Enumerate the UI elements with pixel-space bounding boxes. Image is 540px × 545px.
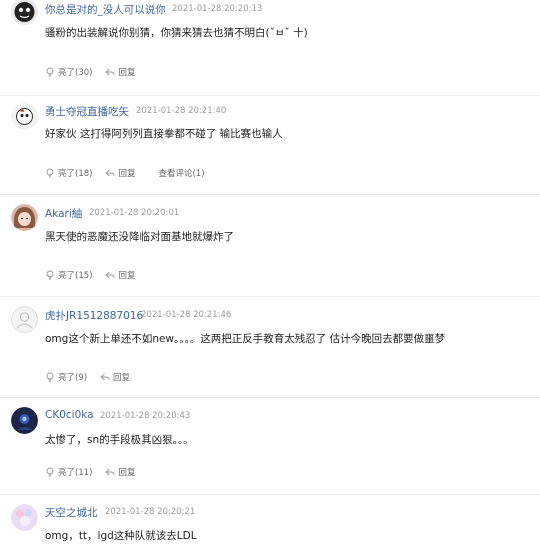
view-replies-link[interactable]: 查看评论(1)	[158, 167, 204, 179]
username[interactable]: Akari紬	[45, 206, 82, 221]
reply-button[interactable]: 回复	[105, 66, 135, 78]
like-label: 亮了(18)	[58, 169, 93, 179]
comment-item: 天空之城北 2021-01-28 20:20:21 omg，tt，lgd这种队就…	[0, 494, 540, 545]
reply-label: 回复	[118, 271, 136, 281]
reply-button[interactable]: 回复	[100, 371, 130, 383]
dark-avatar-icon	[11, 407, 38, 434]
like-button[interactable]: 亮了(30)	[45, 66, 92, 78]
timestamp: 2021-01-28 20:20:21	[105, 507, 196, 517]
pastel-avatar-icon	[11, 504, 38, 531]
like-label: 亮了(30)	[58, 68, 93, 78]
username[interactable]: 虎扑JR1512887016	[45, 308, 143, 323]
reply-button[interactable]: 回复	[105, 167, 135, 179]
comment-text: 骚粉的出装解说你别猜，你猜来猜去也猜不明白(ˇㅂˇ 十)	[45, 27, 308, 39]
comment-actions: 亮了(18) 回复 查看评论(1)	[45, 167, 218, 179]
timestamp: 2021-01-28 20:20:13	[172, 4, 263, 14]
lightbulb-icon	[46, 168, 54, 178]
comment-item: CK0ci0ka 2021-01-28 20:20:43 太惨了，sn的手段极其…	[0, 397, 540, 495]
comment-item: 虎扑JR1512887016 2021-01-28 20:21:46 omg这个…	[0, 296, 540, 398]
reply-icon	[105, 68, 115, 76]
comment-item: 勇士夺冠直播吃矢 2021-01-28 20:21:40 好家伙 这打得阿列列直…	[0, 95, 540, 195]
lightbulb-icon	[46, 270, 54, 280]
cartoon-face-icon	[11, 0, 38, 25]
comment-actions: 亮了(15) 回复	[45, 269, 148, 281]
timestamp: 2021-01-28 20:20:43	[100, 411, 191, 421]
like-button[interactable]: 亮了(18)	[45, 167, 92, 179]
avatar[interactable]	[11, 0, 38, 25]
username[interactable]: 勇士夺冠直播吃矢	[45, 104, 129, 119]
avatar[interactable]	[11, 407, 38, 434]
like-label: 亮了(15)	[58, 271, 93, 281]
view-replies-label: 查看评论(1)	[158, 169, 205, 179]
avatar[interactable]	[11, 204, 38, 231]
reply-button[interactable]: 回复	[105, 466, 135, 478]
username[interactable]: 天空之城北	[45, 505, 98, 520]
reply-button[interactable]: 回复	[105, 269, 135, 281]
reply-icon	[105, 169, 115, 177]
avatar[interactable]	[11, 306, 38, 333]
lightbulb-icon	[46, 467, 54, 477]
default-user-icon	[11, 306, 38, 333]
comment-text: 太惨了，sn的手段极其凶狠。。。	[45, 434, 194, 446]
timestamp: 2021-01-28 20:21:46	[141, 310, 232, 320]
lightbulb-icon	[46, 67, 54, 77]
comment-item: 你总是对的_没人可以说你 2021-01-28 20:20:13 骚粉的出装解说…	[0, 0, 540, 96]
comment-text: omg这个新上单还不如new。。。。这两把正反手教育太残忍了 估计今晚回去都要做…	[45, 333, 446, 345]
like-button[interactable]: 亮了(9)	[45, 371, 87, 383]
comment-text: omg，tt，lgd这种队就该去LDL	[45, 530, 197, 542]
reply-label: 回复	[113, 373, 131, 383]
cartoon-face-icon	[11, 103, 38, 130]
username[interactable]: CK0ci0ka	[45, 409, 94, 421]
comment-item: Akari紬 2021-01-28 20:20:01 黑天使的恶魔还没降临对面基…	[0, 194, 540, 297]
comment-text: 好家伙 这打得阿列列直接拳都不碰了 输比赛也输人	[45, 128, 283, 140]
reply-label: 回复	[118, 169, 136, 179]
comment-actions: 亮了(9) 回复	[45, 371, 143, 383]
reply-icon	[100, 373, 110, 381]
anime-girl-icon	[11, 204, 38, 231]
lightbulb-icon	[46, 372, 54, 382]
comment-actions: 亮了(30) 回复	[45, 66, 148, 78]
username[interactable]: 你总是对的_没人可以说你	[45, 2, 166, 17]
comment-text: 黑天使的恶魔还没降临对面基地就爆炸了	[45, 231, 234, 243]
like-button[interactable]: 亮了(11)	[45, 466, 92, 478]
reply-icon	[105, 468, 115, 476]
reply-icon	[105, 271, 115, 279]
reply-label: 回复	[118, 68, 136, 78]
avatar[interactable]	[11, 103, 38, 130]
timestamp: 2021-01-28 20:21:40	[136, 106, 227, 116]
like-label: 亮了(9)	[58, 373, 88, 383]
comment-actions: 亮了(11) 回复	[45, 466, 148, 478]
like-label: 亮了(11)	[58, 468, 93, 478]
avatar[interactable]	[11, 504, 38, 531]
timestamp: 2021-01-28 20:20:01	[89, 208, 180, 218]
like-button[interactable]: 亮了(15)	[45, 269, 92, 281]
reply-label: 回复	[118, 468, 136, 478]
